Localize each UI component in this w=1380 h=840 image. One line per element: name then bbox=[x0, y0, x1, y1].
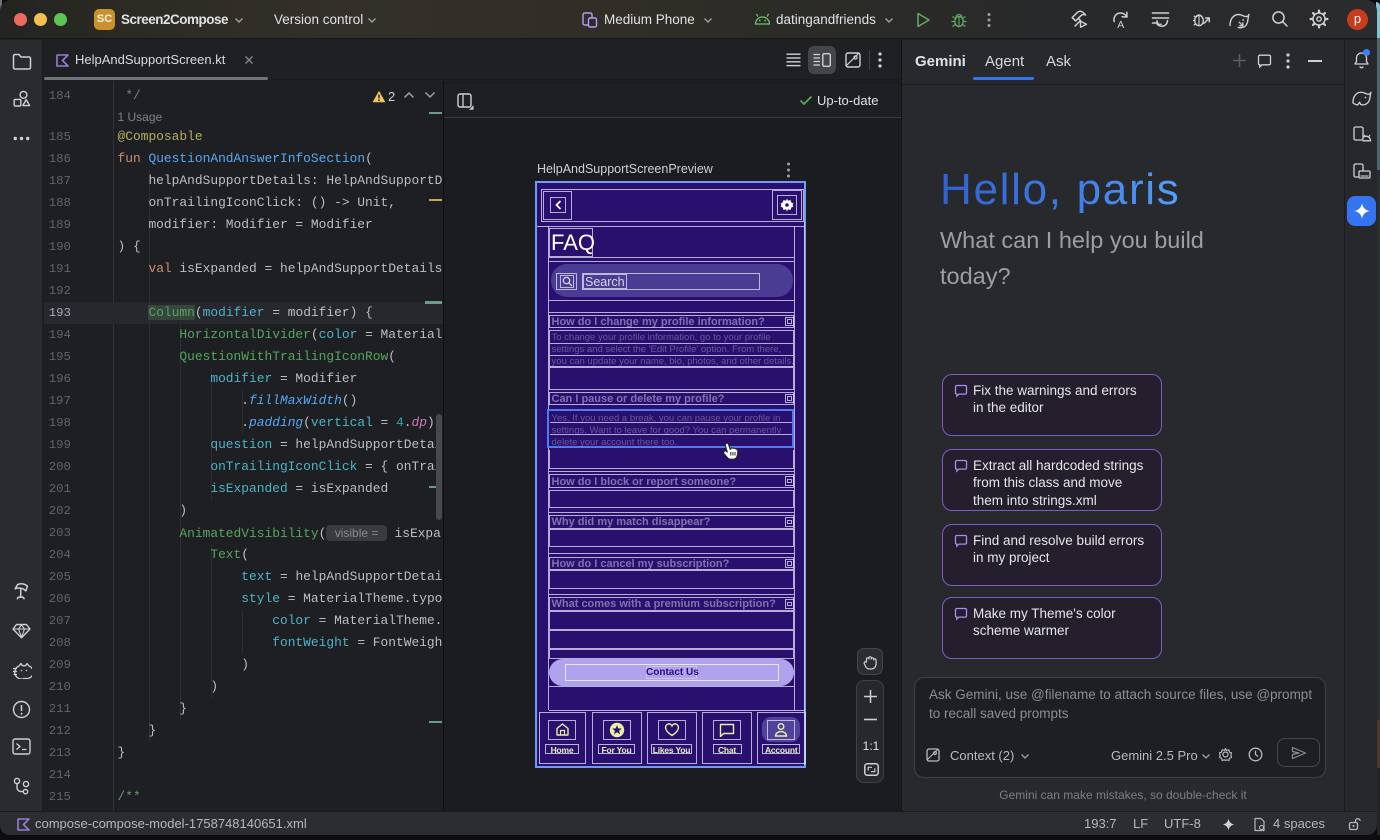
svg-text:A: A bbox=[1117, 19, 1124, 30]
